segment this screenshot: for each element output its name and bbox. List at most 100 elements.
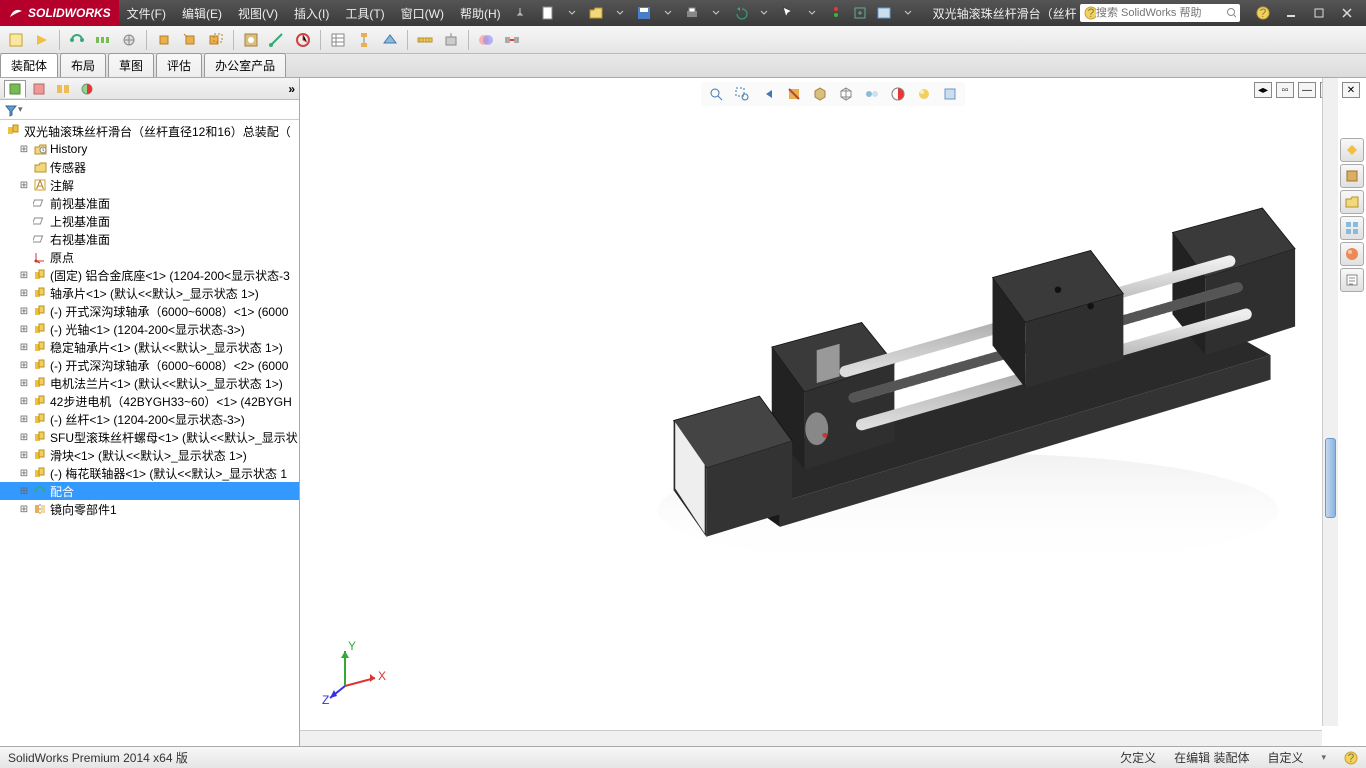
new-assembly-icon[interactable] (4, 28, 28, 52)
expand-icon[interactable]: ⊞ (18, 144, 30, 155)
insert-component-icon[interactable] (30, 28, 54, 52)
expand-icon[interactable]: ⊞ (18, 504, 30, 515)
tree-item[interactable]: ⊞(固定) 铝合金底座<1> (1204-200<显示状态-3 (0, 266, 299, 284)
tab-sketch[interactable]: 草图 (108, 53, 154, 77)
previous-view-icon[interactable] (757, 84, 779, 104)
viewport-collapse-icon[interactable]: ◂▸ (1254, 82, 1272, 98)
traffic-light-icon[interactable] (825, 2, 847, 24)
dropdown-icon[interactable] (801, 2, 823, 24)
measure-icon[interactable] (413, 28, 437, 52)
scrollbar-thumb[interactable] (1325, 438, 1336, 518)
expand-icon[interactable]: ⊞ (18, 324, 30, 335)
menu-help[interactable]: 帮助(H) (452, 0, 509, 26)
dropdown-icon[interactable] (705, 2, 727, 24)
view-orientation-icon[interactable] (809, 84, 831, 104)
new-icon[interactable] (537, 2, 559, 24)
tree-item[interactable]: ⊞SFU型滚珠丝杆螺母<1> (默认<<默认>_显示状 (0, 428, 299, 446)
search-input[interactable] (1096, 7, 1226, 19)
viewport-close-icon[interactable]: ✕ (1342, 82, 1360, 98)
tree-root[interactable]: 双光轴滚珠丝杆滑台（丝杆直径12和16）总装配（ (0, 122, 299, 140)
tree-item[interactable]: ⊞History (0, 140, 299, 158)
display-manager-tab-icon[interactable] (76, 80, 98, 98)
dropdown-icon[interactable] (897, 2, 919, 24)
display-style-icon[interactable] (835, 84, 857, 104)
menu-insert[interactable]: 插入(I) (286, 0, 337, 26)
status-help-icon[interactable]: ? (1344, 751, 1358, 765)
zoom-area-icon[interactable] (731, 84, 753, 104)
resources-tab-icon[interactable] (1340, 138, 1364, 162)
select-icon[interactable] (777, 2, 799, 24)
menu-file[interactable]: 文件(F) (119, 0, 174, 26)
expand-icon[interactable]: ⊞ (18, 450, 30, 461)
interference-icon[interactable] (474, 28, 498, 52)
tree-item[interactable]: 右视基准面 (0, 230, 299, 248)
new-motion-icon[interactable] (291, 28, 315, 52)
graphics-viewport[interactable]: ◂▸ ▫▫ — ❐ ✕ (300, 78, 1366, 746)
tree-filter-bar[interactable]: ▾ (0, 100, 299, 120)
panel-expand-icon[interactable]: » (288, 82, 295, 96)
dropdown-icon[interactable] (657, 2, 679, 24)
expand-icon[interactable]: ⊞ (18, 180, 30, 191)
linear-pattern-icon[interactable] (91, 28, 115, 52)
feature-tree-tab-icon[interactable] (4, 80, 26, 98)
options-icon[interactable] (873, 2, 895, 24)
view-palette-tab-icon[interactable] (1340, 216, 1364, 240)
menu-view[interactable]: 视图(V) (230, 0, 286, 26)
mate-icon[interactable] (65, 28, 89, 52)
vertical-scrollbar[interactable] (1322, 78, 1338, 726)
viewport-link-icon[interactable]: ▫▫ (1276, 82, 1294, 98)
smart-fastener-icon[interactable] (117, 28, 141, 52)
minimize-icon[interactable] (1280, 2, 1302, 24)
property-manager-tab-icon[interactable] (28, 80, 50, 98)
appearances-tab-icon[interactable] (1340, 242, 1364, 266)
tree-item[interactable]: ⊞(-) 光轴<1> (1204-200<显示状态-3>) (0, 320, 299, 338)
exploded-view-icon[interactable] (352, 28, 376, 52)
expand-icon[interactable]: ⊞ (18, 360, 30, 371)
expand-icon[interactable]: ⊞ (18, 270, 30, 281)
tree-item[interactable]: ⊞42步进电机（42BYGH33~60）<1> (42BYGH (0, 392, 299, 410)
tree-item[interactable]: ⊞(-) 丝杆<1> (1204-200<显示状态-3>) (0, 410, 299, 428)
expand-icon[interactable]: ⊞ (18, 468, 30, 479)
print-icon[interactable] (681, 2, 703, 24)
assembly-features-icon[interactable] (239, 28, 263, 52)
expand-icon[interactable]: ⊞ (18, 414, 30, 425)
status-custom[interactable]: 自定义 (1267, 749, 1303, 766)
custom-props-tab-icon[interactable] (1340, 268, 1364, 292)
rebuild-icon[interactable] (849, 2, 871, 24)
instant3d-icon[interactable] (378, 28, 402, 52)
file-explorer-tab-icon[interactable] (1340, 190, 1364, 214)
reference-geom-icon[interactable] (265, 28, 289, 52)
show-hidden-icon[interactable] (204, 28, 228, 52)
tree-item[interactable]: ⊞(-) 梅花联轴器<1> (默认<<默认>_显示状态 1 (0, 464, 299, 482)
tree-item[interactable]: ⊞配合 (0, 482, 299, 500)
edit-appearance-icon[interactable] (887, 84, 909, 104)
tree-item[interactable]: ⊞滑块<1> (默认<<默认>_显示状态 1>) (0, 446, 299, 464)
menu-window[interactable]: 窗口(W) (393, 0, 452, 26)
tab-evaluate[interactable]: 评估 (156, 53, 202, 77)
expand-icon[interactable]: ⊞ (18, 396, 30, 407)
tab-office[interactable]: 办公室产品 (204, 53, 286, 77)
tree-item[interactable]: ⊞镜向零部件1 (0, 500, 299, 518)
clearance-icon[interactable] (500, 28, 524, 52)
horizontal-scrollbar[interactable] (300, 730, 1322, 746)
bom-icon[interactable] (326, 28, 350, 52)
tree-item[interactable]: ⊞稳定轴承片<1> (默认<<默认>_显示状态 1>) (0, 338, 299, 356)
hide-show-icon[interactable] (861, 84, 883, 104)
tree-item[interactable]: 上视基准面 (0, 212, 299, 230)
help-dropdown-icon[interactable]: ? (1252, 2, 1274, 24)
viewport-minimize-icon[interactable]: — (1298, 82, 1316, 98)
save-icon[interactable] (633, 2, 655, 24)
tab-assembly[interactable]: 装配体 (0, 53, 58, 77)
undo-icon[interactable] (729, 2, 751, 24)
tree-item[interactable]: ⊞(-) 开式深沟球轴承（6000~6008）<1> (6000 (0, 302, 299, 320)
expand-icon[interactable]: ⊞ (18, 378, 30, 389)
help-search[interactable]: ? (1080, 4, 1240, 22)
tree-item[interactable]: 原点 (0, 248, 299, 266)
search-icon[interactable] (1226, 7, 1236, 19)
dropdown-icon[interactable] (609, 2, 631, 24)
expand-icon[interactable]: ⊞ (18, 432, 30, 443)
status-editing[interactable]: 在编辑 装配体 (1174, 749, 1249, 766)
open-icon[interactable] (585, 2, 607, 24)
expand-icon[interactable]: ⊞ (18, 342, 30, 353)
menu-tools[interactable]: 工具(T) (337, 0, 392, 26)
